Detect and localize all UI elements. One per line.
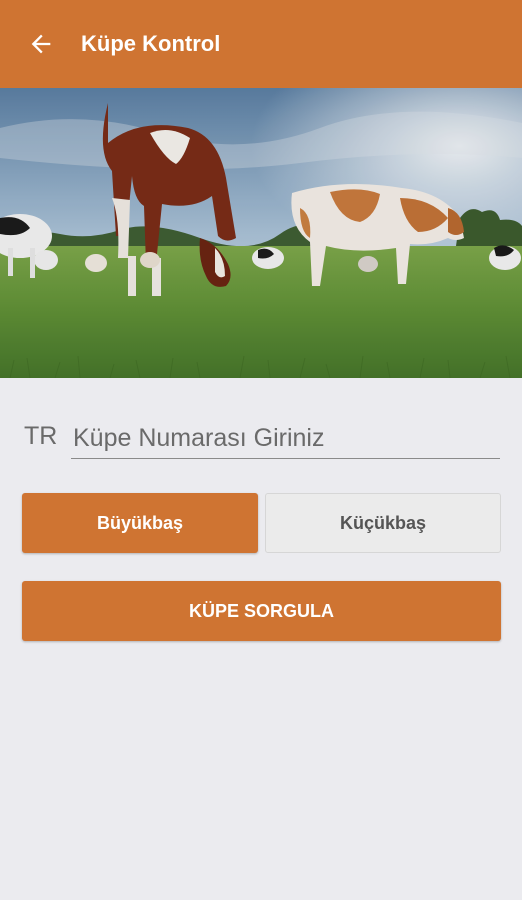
cattle-button[interactable]: Büyükbaş: [22, 493, 258, 553]
back-button[interactable]: [21, 24, 61, 64]
page-title: Küpe Kontrol: [81, 31, 221, 56]
ear-tag-input[interactable]: [71, 418, 500, 459]
hero-image: [0, 88, 522, 378]
arrow-left-icon: [31, 34, 51, 54]
cows-grazing-image: [0, 88, 522, 378]
small-ruminant-button[interactable]: Küçükbaş: [265, 493, 501, 553]
app-bar: Küpe Kontrol: [0, 0, 522, 88]
query-ear-tag-button[interactable]: KÜPE SORGULA: [22, 581, 501, 641]
ear-tag-field: TR: [24, 418, 500, 462]
country-prefix: TR: [24, 422, 58, 450]
